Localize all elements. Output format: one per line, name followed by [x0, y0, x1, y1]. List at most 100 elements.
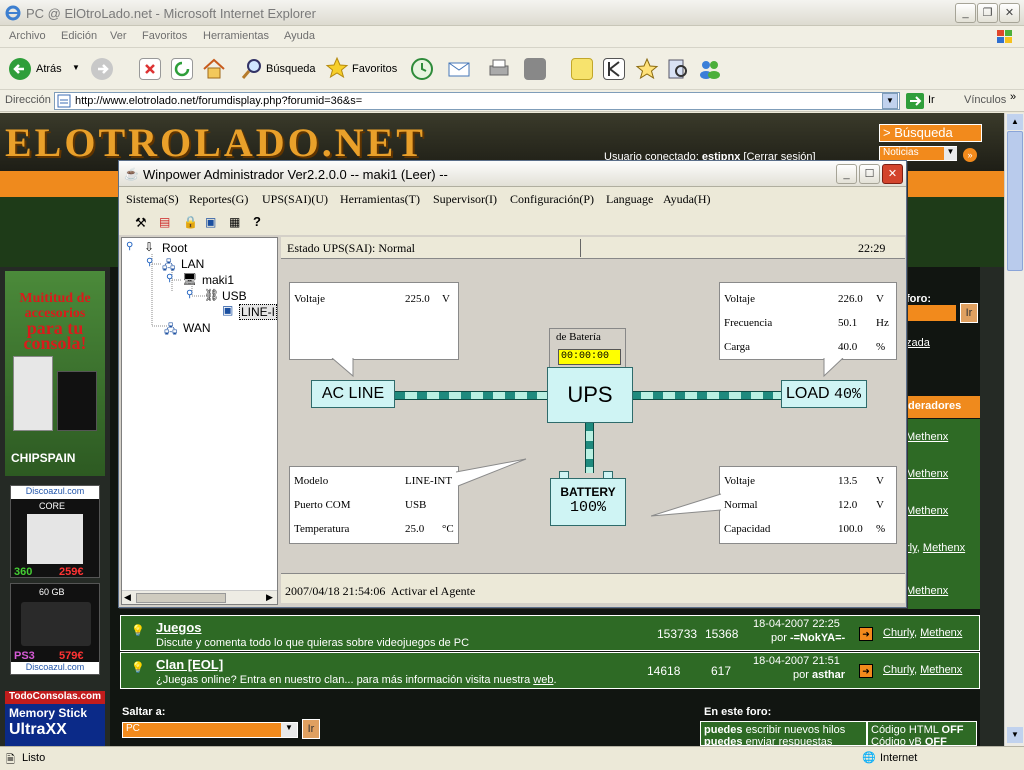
moderator-link[interactable]: Methenx: [906, 585, 948, 597]
go-arrow-icon[interactable]: [906, 93, 924, 109]
favorites-star-icon[interactable]: [325, 56, 349, 80]
menu-reportes[interactable]: Reportes(G): [189, 192, 248, 207]
menu-configuracion[interactable]: Configuración(P): [510, 192, 594, 207]
tree-node-usb[interactable]: USB: [222, 289, 247, 303]
tree-scroll-thumb[interactable]: [136, 593, 226, 603]
winpower-minimize-button[interactable]: _: [836, 164, 857, 184]
forward-arrow-icon[interactable]: [90, 57, 114, 81]
page-scrollbar[interactable]: ▲ ▼: [1004, 113, 1024, 746]
moderator-link[interactable]: Methenx: [906, 431, 948, 443]
ps3-ad[interactable]: 60 GB PS3 579€ Discoazul.com: [10, 583, 100, 675]
print-icon[interactable]: [487, 57, 511, 81]
winpower-title-bar[interactable]: ☕ Winpower Administrador Ver2.2.0.0 -- m…: [119, 161, 906, 187]
monitor-icon[interactable]: ▣: [205, 215, 216, 229]
table-row[interactable]: 💡 Juegos Discute y comenta todo lo que q…: [120, 615, 980, 651]
forum-title[interactable]: Clan [EOL]: [156, 657, 223, 672]
moderator-link[interactable]: Churly: [883, 664, 914, 676]
menu-ups[interactable]: UPS(SAI)(U): [262, 192, 328, 207]
lock-icon[interactable]: 🔒: [183, 215, 198, 229]
foro-go-button[interactable]: Ir: [960, 303, 978, 323]
mail-icon[interactable]: [447, 57, 475, 81]
go-button[interactable]: Ir: [928, 94, 935, 106]
forum-title[interactable]: Juegos: [156, 620, 202, 635]
scroll-thumb[interactable]: [1007, 131, 1023, 271]
search-site-button[interactable]: > Búsqueda: [879, 124, 982, 142]
home-icon[interactable]: [202, 57, 226, 81]
winpower-maximize-button[interactable]: ☐: [859, 164, 880, 184]
help-icon[interactable]: ?: [253, 214, 261, 229]
menu-supervisor[interactable]: Supervisor(I): [433, 192, 497, 207]
back-arrow-icon[interactable]: [8, 57, 32, 81]
search-icon[interactable]: [240, 57, 264, 81]
search-button[interactable]: Búsqueda: [266, 63, 316, 75]
menu-ayuda[interactable]: Ayuda: [284, 30, 315, 42]
tree-node-wan[interactable]: WAN: [183, 321, 211, 335]
moderator-link[interactable]: Methenx: [920, 627, 962, 639]
address-dropdown-icon[interactable]: ▼: [882, 93, 898, 109]
scroll-up-icon[interactable]: ▲: [1007, 114, 1023, 130]
site-logo[interactable]: ELOTROLADO.NET: [5, 119, 426, 166]
k-icon[interactable]: [603, 58, 625, 80]
research-icon[interactable]: [666, 57, 690, 81]
messenger-icon[interactable]: [698, 57, 722, 81]
menu-edicion[interactable]: Edición: [61, 30, 97, 42]
host-toggle-icon[interactable]: ⚲: [166, 273, 173, 284]
scroll-right-icon[interactable]: ▶: [266, 592, 273, 603]
minimize-button[interactable]: _: [955, 3, 976, 23]
stop-icon[interactable]: [139, 58, 161, 80]
tree-node-host[interactable]: maki1: [202, 273, 234, 287]
lan-toggle-icon[interactable]: ⚲: [146, 257, 153, 268]
tree-node-lan[interactable]: LAN: [181, 257, 204, 271]
address-input[interactable]: http://www.elotrolado.net/forumdisplay.p…: [54, 92, 900, 110]
moderator-link[interactable]: Methenx: [906, 468, 948, 480]
history-icon[interactable]: [410, 57, 434, 81]
back-dropdown-icon[interactable]: ▼: [72, 63, 80, 72]
jump-go-button[interactable]: Ir: [302, 719, 320, 739]
moderator-link[interactable]: Methenx: [920, 664, 962, 676]
xbox360-ad[interactable]: Discoazul.com CORE 360 259€: [10, 485, 100, 578]
close-button[interactable]: ✕: [999, 3, 1020, 23]
news-dropdown-icon[interactable]: ▼: [944, 147, 957, 160]
winpower-close-button[interactable]: ✕: [882, 164, 903, 184]
tools-icon[interactable]: ⚒: [135, 215, 147, 231]
favorites-button[interactable]: Favoritos: [352, 63, 397, 75]
jump-dropdown-icon[interactable]: ▼: [281, 723, 297, 737]
menu-ver[interactable]: Ver: [110, 30, 127, 42]
moderator-link[interactable]: Methenx: [906, 505, 948, 517]
scroll-left-icon[interactable]: ◀: [124, 592, 131, 603]
menu-ayuda[interactable]: Ayuda(H): [663, 192, 711, 207]
advanced-search-link[interactable]: zada: [906, 337, 930, 349]
menu-favoritos[interactable]: Favoritos: [142, 30, 187, 42]
tree-node-root[interactable]: Root: [162, 241, 187, 255]
moderator-link[interactable]: Churly: [883, 627, 914, 639]
back-button[interactable]: Atrás: [36, 63, 62, 75]
table-row[interactable]: 💡 Clan [EOL] ¿Juegas online? Entra en nu…: [120, 652, 980, 689]
links-label[interactable]: Vínculos: [964, 94, 1006, 106]
bookmark-star-icon[interactable]: [635, 57, 659, 81]
battery-node[interactable]: BATTERY 100%: [550, 478, 626, 526]
edit-icon[interactable]: [524, 58, 546, 80]
foro-input[interactable]: [906, 305, 956, 321]
menu-herramientas[interactable]: Herramientas: [203, 30, 269, 42]
moderator-link[interactable]: rly, Methenx: [906, 542, 965, 554]
links-chevron-icon[interactable]: »: [1010, 91, 1016, 103]
menu-sistema[interactable]: Sistema(S): [126, 192, 179, 207]
ac-line-node[interactable]: AC LINE: [311, 380, 395, 408]
news-go-icon[interactable]: »: [963, 148, 977, 162]
maximize-button[interactable]: ❐: [977, 3, 998, 23]
jump-select[interactable]: PC: [122, 722, 298, 738]
tree-hscrollbar[interactable]: ◀ ▶: [122, 590, 277, 604]
menu-language[interactable]: Language: [606, 192, 653, 207]
root-toggle-icon[interactable]: ⚲: [126, 241, 133, 252]
ups-node[interactable]: UPS: [547, 367, 633, 423]
calculator-icon[interactable]: ▦: [229, 215, 240, 229]
menu-herramientas[interactable]: Herramientas(T): [340, 192, 420, 207]
todoconsolas-ad[interactable]: TodoConsolas.com Memory Stick UltraXX: [5, 691, 105, 746]
menu-archivo[interactable]: Archivo: [9, 30, 46, 42]
load-node[interactable]: LOAD 40%: [781, 380, 867, 408]
chipspain-ad[interactable]: Muititud de accesorios para tu consola! …: [5, 271, 105, 476]
tree-node-device[interactable]: LINE-INT: [239, 304, 277, 320]
usb-toggle-icon[interactable]: ⚲: [186, 289, 193, 300]
go-last-post-icon[interactable]: ➜: [859, 627, 873, 641]
scroll-down-icon[interactable]: ▼: [1007, 727, 1023, 743]
